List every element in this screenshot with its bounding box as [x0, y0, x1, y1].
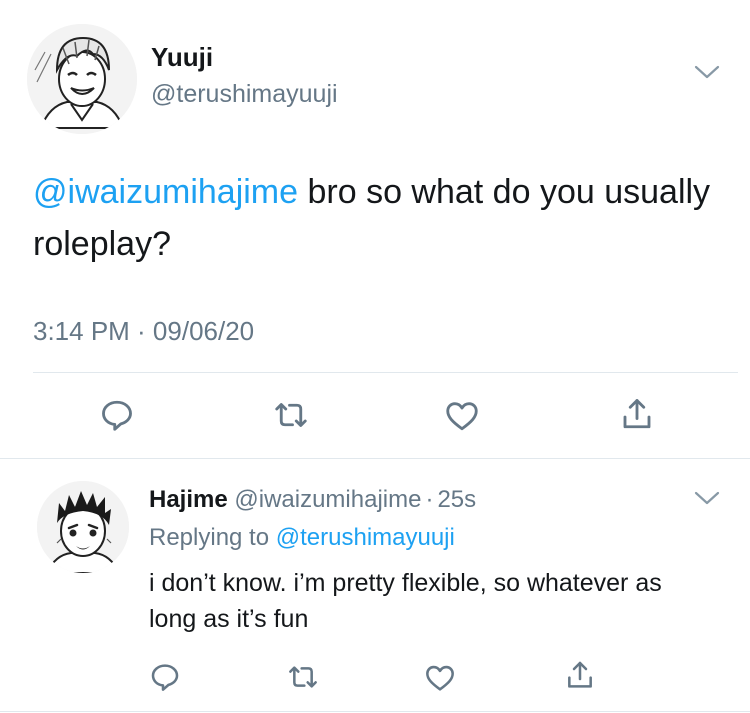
replying-to-label: Replying to [149, 524, 270, 551]
timestamp[interactable]: 3:14 PM · 09/06/20 [33, 316, 254, 347]
chevron-down-icon[interactable] [693, 488, 721, 508]
tweet-text: i don’t know. i’m pretty flexible, so wh… [149, 569, 662, 633]
avatar-illustration [27, 24, 137, 134]
divider [0, 711, 750, 712]
avatar-illustration [37, 481, 129, 573]
replying-to: Replying to @terushimayuuji [149, 524, 455, 552]
avatar[interactable] [27, 24, 137, 134]
reply-header: Hajime @iwaizumihajime · 25s [149, 486, 476, 514]
retweet-icon[interactable] [287, 661, 319, 693]
time-ago[interactable]: 25s [437, 486, 476, 513]
share-icon[interactable] [619, 396, 655, 432]
tweet-text: @iwaizumihajime bro so what do you usual… [33, 166, 723, 270]
like-icon[interactable] [424, 662, 456, 694]
share-icon[interactable] [564, 659, 596, 691]
retweet-icon[interactable] [273, 397, 309, 433]
chevron-down-icon[interactable] [693, 62, 721, 82]
avatar[interactable] [37, 481, 129, 573]
divider [33, 372, 738, 373]
separator: · [425, 486, 434, 513]
divider [0, 458, 750, 459]
mention-link[interactable]: @iwaizumihajime [33, 173, 298, 211]
display-name[interactable]: Yuuji [151, 42, 213, 73]
reply-icon[interactable] [99, 397, 135, 433]
mention-link[interactable]: @terushimayuuji [276, 524, 455, 551]
like-icon[interactable] [444, 398, 480, 434]
user-handle[interactable]: @terushimayuuji [151, 80, 338, 109]
display-name[interactable]: Hajime [149, 486, 228, 513]
user-handle[interactable]: @iwaizumihajime [234, 486, 421, 513]
reply-icon[interactable] [149, 661, 181, 693]
main-tweet: Yuuji @terushimayuuji @iwaizumihajime br… [0, 0, 750, 458]
